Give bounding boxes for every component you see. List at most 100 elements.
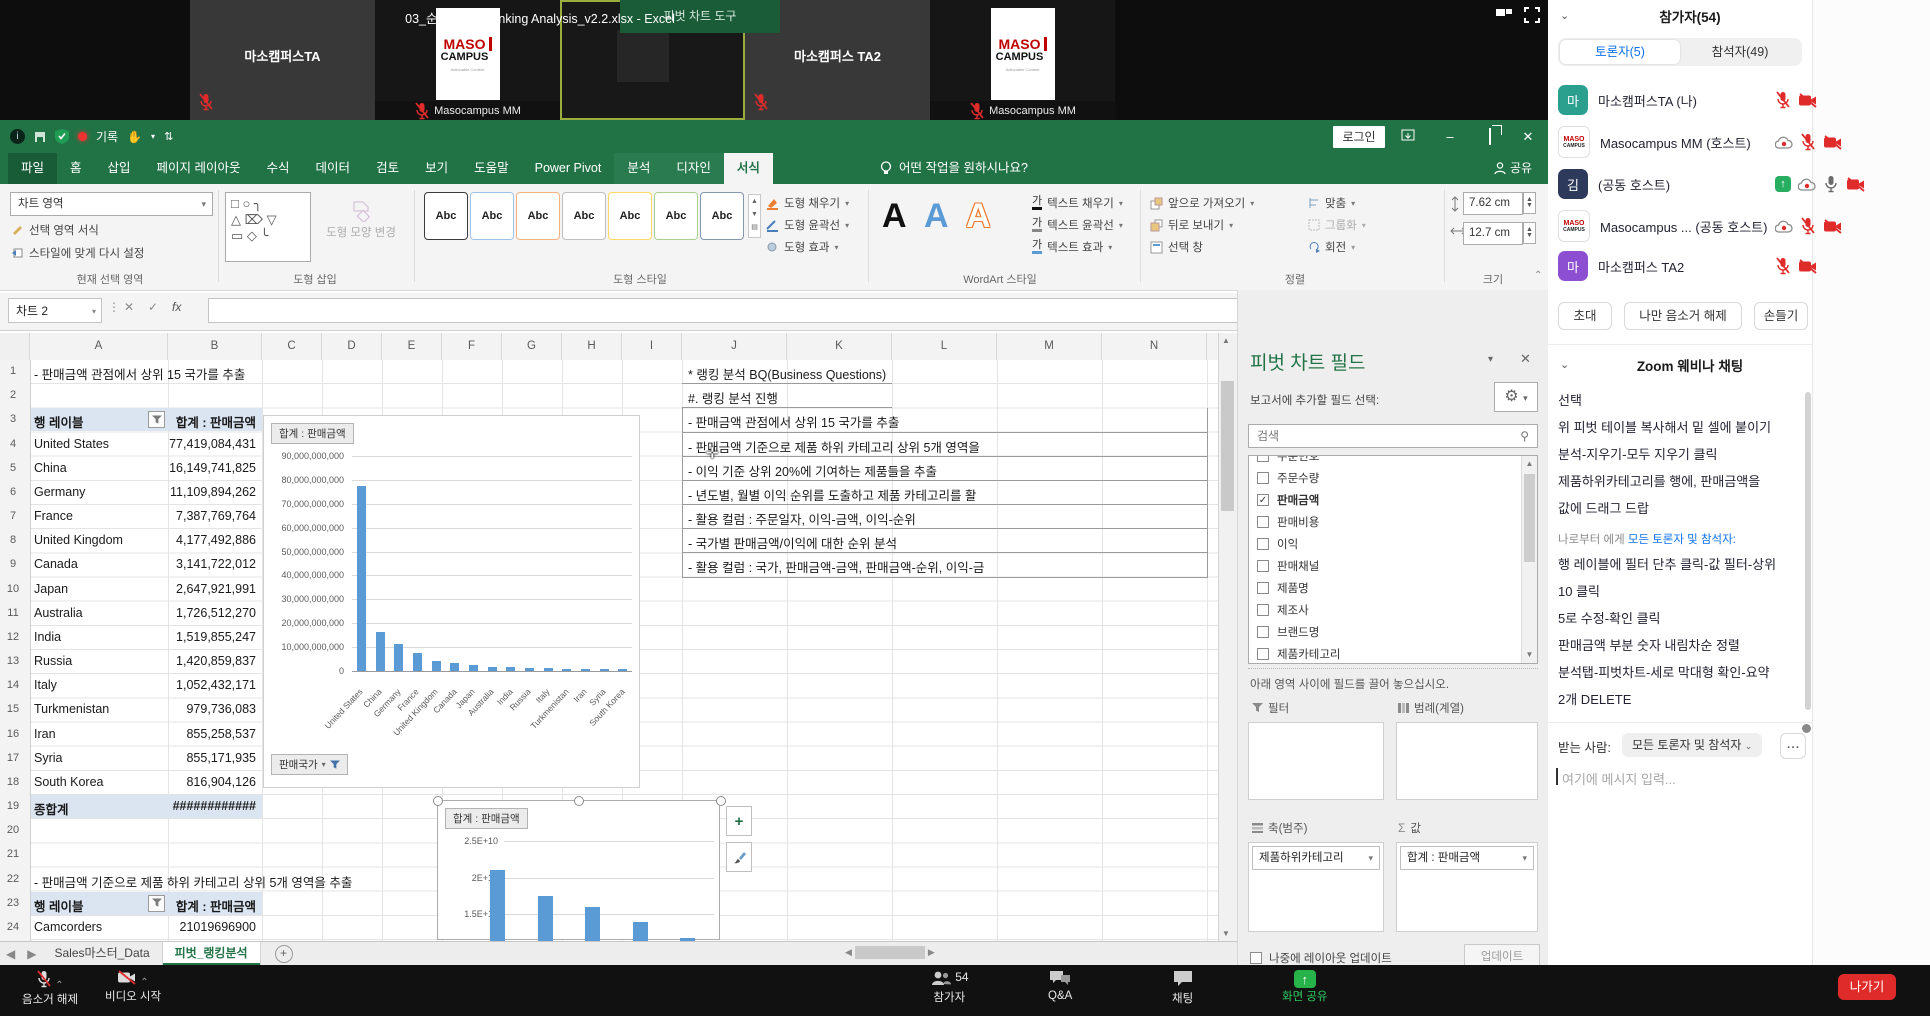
collapse-participants-icon[interactable]: ⌄ [1560, 9, 1569, 22]
cell-B18[interactable]: 816,904,126 [168, 775, 256, 789]
cell-A19[interactable]: 종합계 [34, 799, 69, 818]
row-labels-filter-icon[interactable] [148, 411, 165, 429]
sheet-nav-left-icon[interactable]: ◀ [0, 947, 21, 961]
row-header-7[interactable]: 7 [0, 510, 26, 522]
field-item-이익[interactable]: 이익 [1257, 536, 1298, 552]
axis-field-chip[interactable]: 제품하위카테고리 ▾ [1252, 846, 1380, 870]
ribbon-tab-데이터[interactable]: 데이터 [303, 153, 364, 184]
column-header-N[interactable]: N [1102, 333, 1207, 360]
enter-icon[interactable]: ✓ [148, 300, 158, 314]
row-header-4[interactable]: 4 [0, 438, 26, 450]
chat-input[interactable]: 여기에 메시지 입력... [1562, 769, 1676, 788]
cell-B3[interactable]: 합계 : 판매금액 [168, 412, 256, 431]
wordart-style-black[interactable]: A [882, 196, 907, 236]
field-list-scrollbar[interactable]: ▲ ▼ [1521, 456, 1537, 663]
participants-tab-attendees[interactable]: 참석자(49) [1680, 40, 1800, 64]
row-header-18[interactable]: 18 [0, 776, 26, 788]
cell-B8[interactable]: 4,177,492,886 [168, 533, 256, 547]
bar-subcategory-2[interactable] [537, 896, 553, 941]
cell-A24[interactable]: Camcorders [34, 920, 102, 934]
gallery-view-icon[interactable] [1495, 7, 1513, 28]
ribbon-tab-서식[interactable]: 서식 [723, 153, 773, 184]
video-tile[interactable]: MASO CAMPUS Actionable Content Masocampus… [930, 0, 1115, 120]
cell-B6[interactable]: 11,109,894,262 [168, 485, 256, 499]
scroll-up-icon[interactable]: ▲ [1222, 336, 1230, 345]
shape-style-preset[interactable]: Abc [562, 192, 606, 240]
bar-japan[interactable] [468, 664, 478, 671]
column-header-I[interactable]: I [622, 333, 682, 360]
scrollbar-thumb[interactable] [1524, 474, 1535, 562]
shape-effects-button[interactable]: 도형 효과 ▾ [766, 239, 839, 255]
pivot-chart-countries[interactable]: 합계 : 판매금액 90,000,000,000 80,000,000,000 70,… [263, 415, 640, 788]
column-header-K[interactable]: K [787, 333, 892, 360]
shape-style-preset[interactable]: Abc [608, 192, 652, 240]
row-headers[interactable]: 1 2 3 4 5 6 7 8 9 10 11 12 13 14 15 16 17 18 19 20 21 22 23 24 [0, 360, 31, 941]
cell-B17[interactable]: 855,171,935 [168, 751, 256, 765]
column-header-D[interactable]: D [322, 333, 382, 360]
checkbox-icon[interactable] [1257, 626, 1269, 638]
row-header-6[interactable]: 6 [0, 486, 26, 498]
field-list[interactable]: 주문번호 주문수량 ✓ 판매금액 판매비용 이익 판매채널 제품명 제조사 브랜드명 제품카테고리 ▲… [1248, 455, 1538, 664]
cell-A9[interactable]: Canada [34, 557, 78, 571]
checkbox-icon[interactable] [1257, 604, 1269, 616]
bar-subcategory-1[interactable] [490, 870, 505, 941]
rotate-button[interactable]: 회전 ▾ [1308, 239, 1355, 255]
cell-B24[interactable]: 21019696900 [168, 920, 256, 934]
row-header-3[interactable]: 3 [0, 413, 26, 425]
quick-access-toolbar[interactable]: i 기록 ✋ ▾ ⇅ [10, 128, 173, 145]
shape-width-field[interactable]: 12.7 cm [1463, 222, 1523, 245]
bar-united-states[interactable] [356, 486, 366, 671]
row-header-19[interactable]: 19 [0, 800, 26, 812]
new-sheet-icon[interactable]: + [274, 944, 293, 963]
cell-A23[interactable]: 행 레이블 [34, 896, 83, 915]
chevron-up-icon[interactable]: ⌃ [52, 980, 63, 991]
bar-france[interactable] [412, 653, 422, 671]
participant-row[interactable]: 김 (공동 호스트) ↑ [1558, 168, 1865, 200]
leave-button[interactable]: 나가기 [1838, 974, 1896, 1000]
start-video-button[interactable]: ⌃ 비디오 시작 [105, 970, 161, 1004]
bar-india[interactable] [506, 667, 516, 671]
ribbon-tab-홈[interactable]: 홈 [57, 153, 95, 184]
row-header-1[interactable]: 1 [0, 365, 26, 377]
column-header-C[interactable]: C [262, 333, 322, 360]
tell-me-box[interactable]: 어떤 작업을 원하시나요? [880, 153, 1028, 184]
row-header-10[interactable]: 10 [0, 583, 26, 595]
selection-pane-button[interactable]: 선택 창 [1150, 239, 1203, 255]
bar-iran[interactable] [580, 668, 590, 671]
qat-dropdown-icon[interactable]: ▾ [151, 132, 155, 141]
ribbon-tab-도움말[interactable]: 도움말 [461, 153, 522, 184]
checkbox-icon[interactable] [1257, 516, 1269, 528]
bq-note-row7[interactable]: - 활용 컬럼 : 주문일자, 이익-금액, 이익-순위 [688, 509, 916, 528]
shape-style-preset[interactable]: Abc [470, 192, 514, 240]
change-shape-button[interactable]: 도형 모양 변경 [320, 200, 402, 240]
column-header-L[interactable]: L [892, 333, 997, 360]
cell-B13[interactable]: 1,420,859,837 [168, 654, 256, 668]
chart-elements-dropdown[interactable]: 차트 영역 ▾ [10, 192, 213, 216]
scroll-down-icon[interactable]: ▼ [1222, 929, 1230, 938]
wordart-style-orange-outline[interactable]: A [966, 196, 991, 236]
bq-note-row2[interactable]: #. 랭킹 분석 진행 [688, 388, 778, 407]
qa-button[interactable]: Q&A [1048, 970, 1072, 1002]
bq-note-row1[interactable]: * 랭킹 분석 BQ(Business Questions) [688, 364, 886, 383]
reset-to-match-style-button[interactable]: 스타일에 맞게 다시 설정 [12, 245, 144, 261]
bar-subcategory-3[interactable] [585, 907, 600, 941]
sheet-nav-right-icon[interactable]: ▶ [21, 947, 42, 961]
bar-australia[interactable] [487, 666, 497, 671]
group-button[interactable]: 그룹화 ▾ [1308, 217, 1366, 233]
cell-A7[interactable]: France [34, 509, 73, 523]
chart-axis-filter-button[interactable]: 판매국가 ▾ [271, 754, 348, 775]
bq-note-row9[interactable]: - 활용 컬럼 : 국가, 판매금액-금액, 판매금액-순위, 이익-금 [688, 557, 984, 576]
row-header-13[interactable]: 13 [0, 655, 26, 667]
column-header-E[interactable]: E [382, 333, 442, 360]
row-header-11[interactable]: 11 [0, 607, 26, 619]
checkbox-icon[interactable] [1257, 560, 1269, 572]
cell-B7[interactable]: 7,387,769,764 [168, 509, 256, 523]
row-header-17[interactable]: 17 [0, 752, 26, 764]
row-header-14[interactable]: 14 [0, 679, 26, 691]
row-header-9[interactable]: 9 [0, 558, 26, 570]
ribbon-tab-검토[interactable]: 검토 [363, 153, 412, 184]
bq-note-row6[interactable]: - 년도별, 월별 이익 순위를 도출하고 제품 카테고리를 활 [688, 485, 976, 504]
cell-B14[interactable]: 1,052,432,171 [168, 678, 256, 692]
participant-row[interactable]: 마 마소캠퍼스TA (나) [1558, 84, 1817, 116]
send-backward-button[interactable]: 뒤로 보내기 ▾ [1150, 217, 1233, 233]
